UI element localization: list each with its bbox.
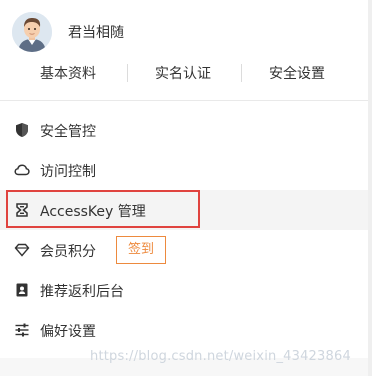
signin-button[interactable]: 签到	[116, 236, 166, 264]
menu-item-label: 推荐返利后台	[40, 284, 124, 300]
menu-item-label: 安全管控	[40, 124, 96, 140]
avatar-image	[12, 12, 52, 52]
avatar[interactable]	[12, 12, 52, 52]
sliders-icon	[14, 322, 30, 338]
menu-item-label: 偏好设置	[40, 324, 96, 340]
menu-item-member-points[interactable]: 会员积分	[0, 230, 368, 270]
tab-security-settings[interactable]: 安全设置	[269, 63, 325, 83]
diamond-icon	[14, 242, 30, 258]
profile-tabs: 基本资料 实名认证 安全设置	[0, 63, 368, 83]
user-dropdown-panel: 君当相随 基本资料 实名认证 安全设置 安全管控 访问控制 AccessKey …	[0, 0, 372, 376]
tab-separator	[127, 64, 128, 82]
panel-edge	[368, 0, 372, 376]
menu-item-label: 访问控制	[40, 164, 96, 180]
watermark-text: https://blog.csdn.net/weixin_43423864	[90, 349, 351, 364]
menu-item-access-control[interactable]: 访问控制	[0, 150, 368, 190]
cloud-icon	[14, 162, 30, 178]
username[interactable]: 君当相随	[68, 22, 124, 42]
highlight-box	[6, 190, 200, 228]
id-card-icon	[14, 282, 30, 298]
menu-item-label: 会员积分	[40, 244, 96, 260]
menu-item-preferences[interactable]: 偏好设置	[0, 310, 368, 350]
menu-item-security-control[interactable]: 安全管控	[0, 110, 368, 150]
tab-separator	[241, 64, 242, 82]
divider	[0, 100, 368, 101]
tab-real-name-auth[interactable]: 实名认证	[155, 63, 211, 83]
user-header: 君当相随 基本资料 实名认证 安全设置	[0, 0, 368, 100]
menu-item-referral-rebate[interactable]: 推荐返利后台	[0, 270, 368, 310]
shield-icon	[14, 122, 30, 138]
tab-basic-info[interactable]: 基本资料	[40, 63, 96, 83]
